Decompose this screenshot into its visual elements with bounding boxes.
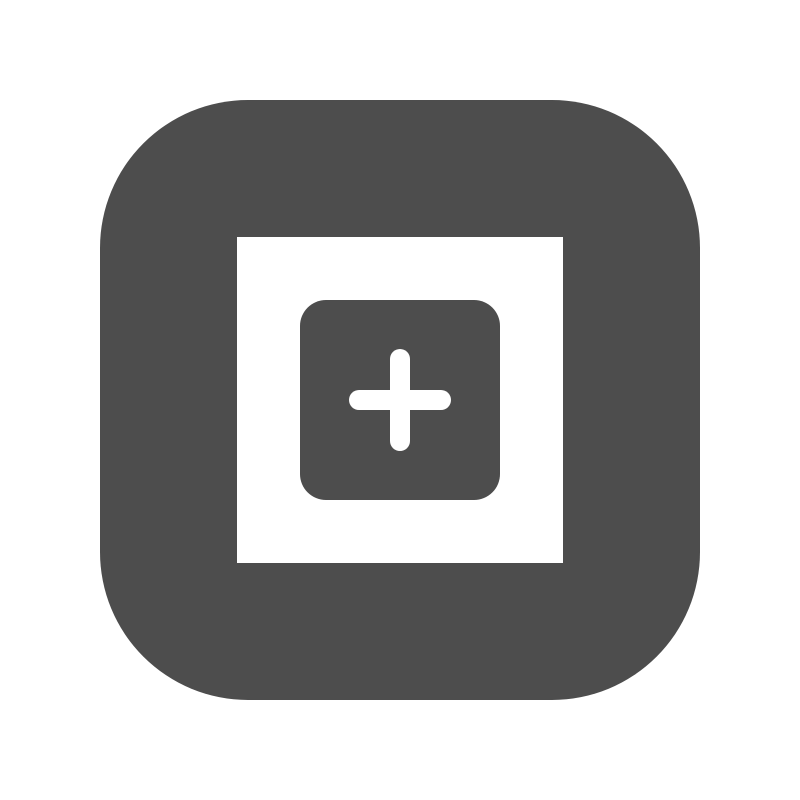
app-icon-canvas [0,0,800,800]
plus-icon [349,349,451,451]
add-button[interactable] [300,300,500,500]
